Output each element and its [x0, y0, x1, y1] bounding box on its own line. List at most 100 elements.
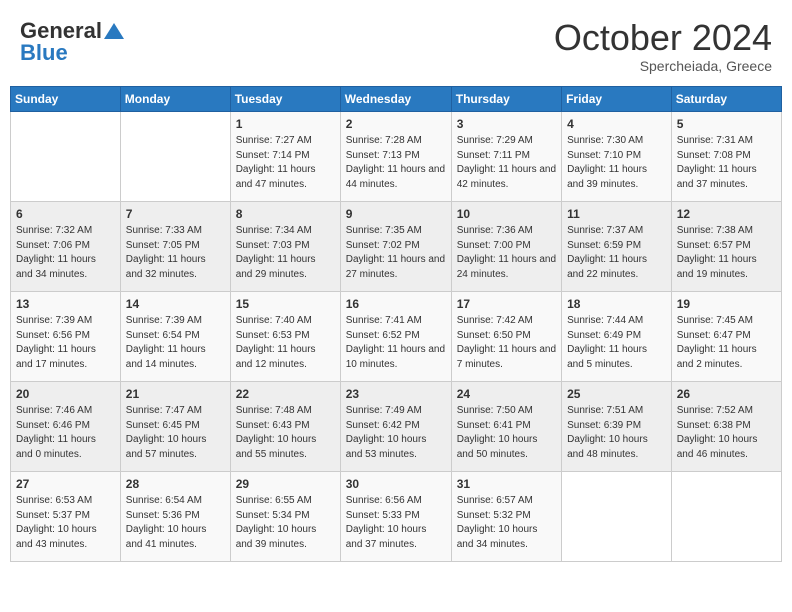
day-info: Sunrise: 7:42 AM Sunset: 6:50 PM Dayligh… [457, 314, 556, 372]
day-info: Sunrise: 7:29 AM Sunset: 7:11 PM Dayligh… [457, 134, 556, 192]
day-info: Sunrise: 7:39 AM Sunset: 6:54 PM Dayligh… [126, 314, 225, 372]
day-number: 27 [16, 476, 115, 493]
day-info: Sunrise: 7:51 AM Sunset: 6:39 PM Dayligh… [567, 404, 666, 462]
day-number: 8 [236, 206, 335, 223]
calendar-cell [562, 471, 672, 561]
day-number: 19 [677, 296, 776, 313]
day-number: 12 [677, 206, 776, 223]
day-number: 20 [16, 386, 115, 403]
week-row-3: 13Sunrise: 7:39 AM Sunset: 6:56 PM Dayli… [11, 291, 782, 381]
day-info: Sunrise: 7:39 AM Sunset: 6:56 PM Dayligh… [16, 314, 115, 372]
day-info: Sunrise: 7:46 AM Sunset: 6:46 PM Dayligh… [16, 404, 115, 462]
day-info: Sunrise: 7:36 AM Sunset: 7:00 PM Dayligh… [457, 224, 556, 282]
day-number: 7 [126, 206, 225, 223]
day-info: Sunrise: 7:28 AM Sunset: 7:13 PM Dayligh… [346, 134, 446, 192]
day-info: Sunrise: 7:47 AM Sunset: 6:45 PM Dayligh… [126, 404, 225, 462]
calendar-cell: 3Sunrise: 7:29 AM Sunset: 7:11 PM Daylig… [451, 111, 561, 201]
week-row-4: 20Sunrise: 7:46 AM Sunset: 6:46 PM Dayli… [11, 381, 782, 471]
calendar-cell: 14Sunrise: 7:39 AM Sunset: 6:54 PM Dayli… [120, 291, 230, 381]
day-number: 13 [16, 296, 115, 313]
day-info: Sunrise: 7:35 AM Sunset: 7:02 PM Dayligh… [346, 224, 446, 282]
day-number: 17 [457, 296, 556, 313]
weekday-header-saturday: Saturday [671, 86, 781, 111]
day-info: Sunrise: 7:33 AM Sunset: 7:05 PM Dayligh… [126, 224, 225, 282]
day-info: Sunrise: 7:32 AM Sunset: 7:06 PM Dayligh… [16, 224, 115, 282]
calendar-cell: 16Sunrise: 7:41 AM Sunset: 6:52 PM Dayli… [340, 291, 451, 381]
day-number: 29 [236, 476, 335, 493]
calendar-cell: 11Sunrise: 7:37 AM Sunset: 6:59 PM Dayli… [562, 201, 672, 291]
calendar-cell: 2Sunrise: 7:28 AM Sunset: 7:13 PM Daylig… [340, 111, 451, 201]
calendar-cell: 21Sunrise: 7:47 AM Sunset: 6:45 PM Dayli… [120, 381, 230, 471]
weekday-header-friday: Friday [562, 86, 672, 111]
day-number: 18 [567, 296, 666, 313]
calendar-cell: 20Sunrise: 7:46 AM Sunset: 6:46 PM Dayli… [11, 381, 121, 471]
calendar-cell: 23Sunrise: 7:49 AM Sunset: 6:42 PM Dayli… [340, 381, 451, 471]
day-number: 22 [236, 386, 335, 403]
day-number: 11 [567, 206, 666, 223]
weekday-header-tuesday: Tuesday [230, 86, 340, 111]
calendar-cell: 8Sunrise: 7:34 AM Sunset: 7:03 PM Daylig… [230, 201, 340, 291]
day-info: Sunrise: 7:48 AM Sunset: 6:43 PM Dayligh… [236, 404, 335, 462]
weekday-header-monday: Monday [120, 86, 230, 111]
day-info: Sunrise: 7:49 AM Sunset: 6:42 PM Dayligh… [346, 404, 446, 462]
calendar-cell: 10Sunrise: 7:36 AM Sunset: 7:00 PM Dayli… [451, 201, 561, 291]
calendar-cell: 24Sunrise: 7:50 AM Sunset: 6:41 PM Dayli… [451, 381, 561, 471]
calendar-cell: 7Sunrise: 7:33 AM Sunset: 7:05 PM Daylig… [120, 201, 230, 291]
calendar-cell: 4Sunrise: 7:30 AM Sunset: 7:10 PM Daylig… [562, 111, 672, 201]
logo-icon [104, 23, 124, 39]
day-number: 16 [346, 296, 446, 313]
weekday-header-sunday: Sunday [11, 86, 121, 111]
day-number: 21 [126, 386, 225, 403]
calendar-cell: 26Sunrise: 7:52 AM Sunset: 6:38 PM Dayli… [671, 381, 781, 471]
day-info: Sunrise: 7:40 AM Sunset: 6:53 PM Dayligh… [236, 314, 335, 372]
logo-blue: Blue [20, 40, 68, 66]
day-info: Sunrise: 6:56 AM Sunset: 5:33 PM Dayligh… [346, 494, 446, 552]
day-info: Sunrise: 7:52 AM Sunset: 6:38 PM Dayligh… [677, 404, 776, 462]
day-info: Sunrise: 7:38 AM Sunset: 6:57 PM Dayligh… [677, 224, 776, 282]
day-info: Sunrise: 7:45 AM Sunset: 6:47 PM Dayligh… [677, 314, 776, 372]
day-number: 26 [677, 386, 776, 403]
day-info: Sunrise: 7:44 AM Sunset: 6:49 PM Dayligh… [567, 314, 666, 372]
calendar-cell: 19Sunrise: 7:45 AM Sunset: 6:47 PM Dayli… [671, 291, 781, 381]
calendar-cell: 15Sunrise: 7:40 AM Sunset: 6:53 PM Dayli… [230, 291, 340, 381]
day-info: Sunrise: 6:54 AM Sunset: 5:36 PM Dayligh… [126, 494, 225, 552]
day-number: 14 [126, 296, 225, 313]
logo: General Blue [20, 18, 124, 66]
calendar-cell: 22Sunrise: 7:48 AM Sunset: 6:43 PM Dayli… [230, 381, 340, 471]
day-info: Sunrise: 7:30 AM Sunset: 7:10 PM Dayligh… [567, 134, 666, 192]
calendar-cell: 9Sunrise: 7:35 AM Sunset: 7:02 PM Daylig… [340, 201, 451, 291]
calendar-cell: 31Sunrise: 6:57 AM Sunset: 5:32 PM Dayli… [451, 471, 561, 561]
day-number: 23 [346, 386, 446, 403]
calendar-cell: 18Sunrise: 7:44 AM Sunset: 6:49 PM Dayli… [562, 291, 672, 381]
calendar-cell: 29Sunrise: 6:55 AM Sunset: 5:34 PM Dayli… [230, 471, 340, 561]
day-info: Sunrise: 7:31 AM Sunset: 7:08 PM Dayligh… [677, 134, 776, 192]
calendar-cell: 25Sunrise: 7:51 AM Sunset: 6:39 PM Dayli… [562, 381, 672, 471]
calendar-cell: 27Sunrise: 6:53 AM Sunset: 5:37 PM Dayli… [11, 471, 121, 561]
calendar-cell: 30Sunrise: 6:56 AM Sunset: 5:33 PM Dayli… [340, 471, 451, 561]
calendar-table: SundayMondayTuesdayWednesdayThursdayFrid… [10, 86, 782, 562]
day-number: 10 [457, 206, 556, 223]
day-info: Sunrise: 7:41 AM Sunset: 6:52 PM Dayligh… [346, 314, 446, 372]
day-number: 2 [346, 116, 446, 133]
day-number: 28 [126, 476, 225, 493]
day-info: Sunrise: 6:53 AM Sunset: 5:37 PM Dayligh… [16, 494, 115, 552]
day-number: 25 [567, 386, 666, 403]
day-info: Sunrise: 6:57 AM Sunset: 5:32 PM Dayligh… [457, 494, 556, 552]
week-row-2: 6Sunrise: 7:32 AM Sunset: 7:06 PM Daylig… [11, 201, 782, 291]
day-number: 30 [346, 476, 446, 493]
location-title: Spercheiada, Greece [554, 58, 772, 74]
day-info: Sunrise: 7:50 AM Sunset: 6:41 PM Dayligh… [457, 404, 556, 462]
weekday-header-row: SundayMondayTuesdayWednesdayThursdayFrid… [11, 86, 782, 111]
page-header: General Blue October 2024 Spercheiada, G… [10, 10, 782, 86]
calendar-cell [120, 111, 230, 201]
day-number: 9 [346, 206, 446, 223]
calendar-cell: 13Sunrise: 7:39 AM Sunset: 6:56 PM Dayli… [11, 291, 121, 381]
calendar-cell: 17Sunrise: 7:42 AM Sunset: 6:50 PM Dayli… [451, 291, 561, 381]
day-number: 4 [567, 116, 666, 133]
day-number: 24 [457, 386, 556, 403]
week-row-5: 27Sunrise: 6:53 AM Sunset: 5:37 PM Dayli… [11, 471, 782, 561]
day-number: 31 [457, 476, 556, 493]
day-number: 15 [236, 296, 335, 313]
day-number: 3 [457, 116, 556, 133]
day-info: Sunrise: 7:37 AM Sunset: 6:59 PM Dayligh… [567, 224, 666, 282]
